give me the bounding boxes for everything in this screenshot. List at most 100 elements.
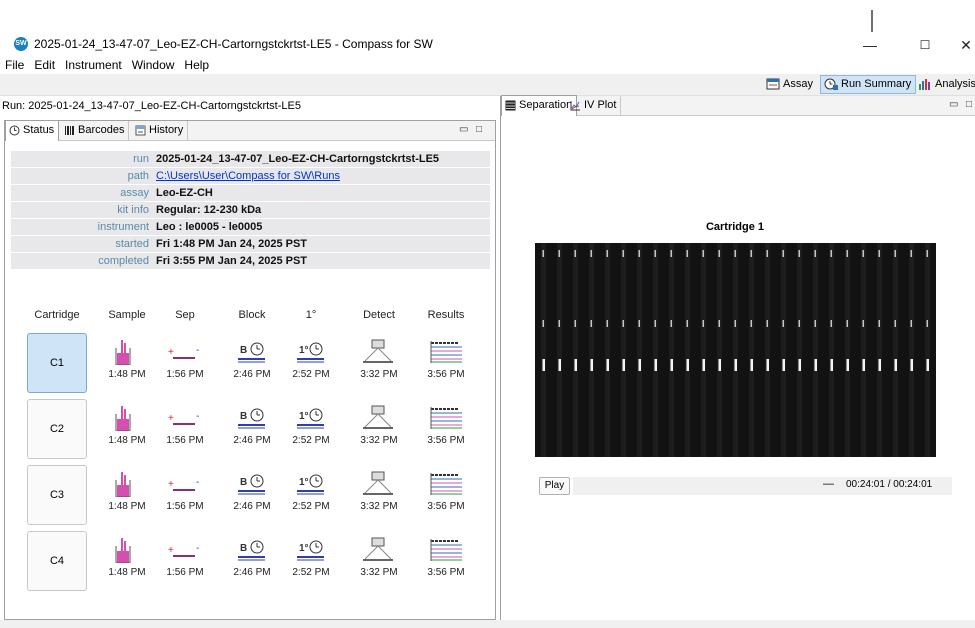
gel-lane — [637, 243, 642, 457]
maximize-button[interactable]: ☐ — [903, 34, 947, 56]
gel-band — [622, 250, 624, 257]
primary-step-icon: 1° — [297, 342, 324, 363]
cartridge-button-c3[interactable]: C3 — [27, 465, 87, 525]
tab-status[interactable]: Status — [5, 120, 60, 141]
primary-step-icon: 1° — [297, 474, 324, 495]
gel-band — [734, 320, 736, 327]
gel-lane — [685, 243, 690, 457]
gel-band — [670, 320, 672, 327]
gel-band — [590, 359, 593, 371]
time-readout: 00:24:01 / 00:24:01 — [846, 479, 933, 490]
gel-band — [654, 320, 656, 327]
gel-band — [718, 320, 720, 327]
svg-text:B: B — [240, 345, 247, 356]
status-bar — [0, 620, 975, 628]
path-link[interactable]: C:\Users\User\Compass for SW\Runs — [156, 168, 340, 184]
info-key: instrument — [97, 221, 149, 233]
gel-band — [750, 359, 753, 371]
step-time: 1:48 PM — [108, 435, 146, 446]
run-info-table: run 2025-01-24_13-47-07_Leo-EZ-CH-Cartorn… — [11, 151, 490, 270]
svg-text:-: - — [196, 345, 199, 356]
gel-band — [846, 320, 848, 327]
info-value: Fri 1:48 PM Jan 24, 2025 PST — [156, 238, 308, 250]
info-key: started — [115, 238, 149, 250]
run-breadcrumb: Run: 2025-01-24_13-47-07_Leo-EZ-CH-Carto… — [2, 100, 301, 112]
gel-band — [670, 250, 672, 257]
perspective-analysis-label: Analysis — [935, 78, 975, 90]
block-step-icon: B — [238, 408, 265, 429]
tab-separation[interactable]: Separation — [501, 95, 578, 116]
cartridge-button-c4[interactable]: C4 — [27, 531, 87, 591]
step-time: 2:46 PM — [233, 567, 271, 578]
maximize-view-button[interactable]: □ — [476, 124, 482, 135]
minimize-view-button[interactable]: ▭ — [949, 99, 958, 110]
analysis-icon — [919, 79, 930, 90]
minimize-button[interactable]: — — [848, 34, 892, 56]
menu-window[interactable]: Window — [127, 58, 180, 72]
gel-band — [846, 359, 849, 371]
maximize-view-button[interactable]: □ — [966, 99, 972, 110]
gel-band — [542, 320, 544, 327]
gel-band — [702, 250, 704, 257]
gel-lane — [541, 243, 546, 457]
gel-band — [686, 250, 688, 257]
gel-band — [878, 320, 880, 327]
perspective-assay-label: Assay — [783, 78, 813, 90]
gel-band — [750, 250, 752, 257]
tab-iv-plot[interactable]: IV Plot — [567, 96, 622, 116]
gel-band — [910, 250, 912, 257]
gel-band — [702, 359, 705, 371]
info-value: Regular: 12-230 kDa — [156, 204, 262, 216]
gel-band — [638, 250, 640, 257]
minimize-view-button[interactable]: ▭ — [459, 124, 468, 135]
gel-lane — [749, 243, 754, 457]
column-header: Detect — [363, 309, 395, 321]
clock-icon — [9, 125, 20, 136]
left-tab-bar: Status Barcodes History ▭ □ — [5, 120, 495, 141]
tab-iv-plot-label: IV Plot — [584, 99, 617, 111]
perspective-run-summary[interactable]: Run Summary — [820, 75, 917, 94]
cartridge-button-c1[interactable]: C1 — [27, 333, 87, 393]
menu-edit[interactable]: Edit — [29, 58, 60, 72]
gel-band — [798, 359, 801, 371]
gel-band — [782, 320, 784, 327]
tab-history[interactable]: History — [132, 121, 189, 141]
tab-barcodes[interactable]: Barcodes — [61, 121, 130, 141]
step-time: 1:56 PM — [166, 435, 204, 446]
step-time: 2:52 PM — [292, 501, 330, 512]
step-time: 3:56 PM — [427, 369, 465, 380]
cartridge-title: Cartridge 1 — [705, 221, 765, 233]
clock-icon — [824, 78, 838, 90]
svg-text:1°: 1° — [299, 411, 309, 422]
step-time: 3:32 PM — [360, 369, 398, 380]
gel-band — [766, 359, 769, 371]
menu-instrument[interactable]: Instrument — [60, 58, 127, 72]
separation-step-icon: + - — [168, 543, 199, 557]
step-time: 3:56 PM — [427, 435, 465, 446]
close-button[interactable]: ✕ — [944, 34, 975, 56]
status-panel: Status Barcodes History ▭ □ run 2025-01-2… — [4, 120, 496, 620]
perspective-assay[interactable]: Assay — [762, 75, 818, 94]
sample-vial-icon — [115, 340, 131, 365]
perspective-analysis[interactable]: Analysis — [914, 75, 975, 94]
menu-help[interactable]: Help — [179, 58, 214, 72]
cartridge-button-c2[interactable]: C2 — [27, 399, 87, 459]
step-time: 2:46 PM — [233, 435, 271, 446]
gel-band — [606, 250, 608, 257]
gel-band — [798, 250, 800, 257]
gel-band — [686, 359, 689, 371]
gel-band — [894, 320, 896, 327]
step-time: 3:32 PM — [360, 567, 398, 578]
gel-lane — [669, 243, 674, 457]
gel-lane — [877, 243, 882, 457]
svg-text:B: B — [240, 477, 247, 488]
gel-band — [622, 320, 624, 327]
gel-band — [718, 359, 721, 371]
menu-file[interactable]: File — [0, 58, 29, 72]
gel-band — [590, 250, 592, 257]
play-button[interactable]: Play — [539, 477, 570, 495]
block-step-icon: B — [238, 474, 265, 495]
column-header: Cartridge — [34, 309, 80, 321]
column-header: 1° — [305, 309, 317, 321]
assay-icon — [766, 78, 780, 90]
